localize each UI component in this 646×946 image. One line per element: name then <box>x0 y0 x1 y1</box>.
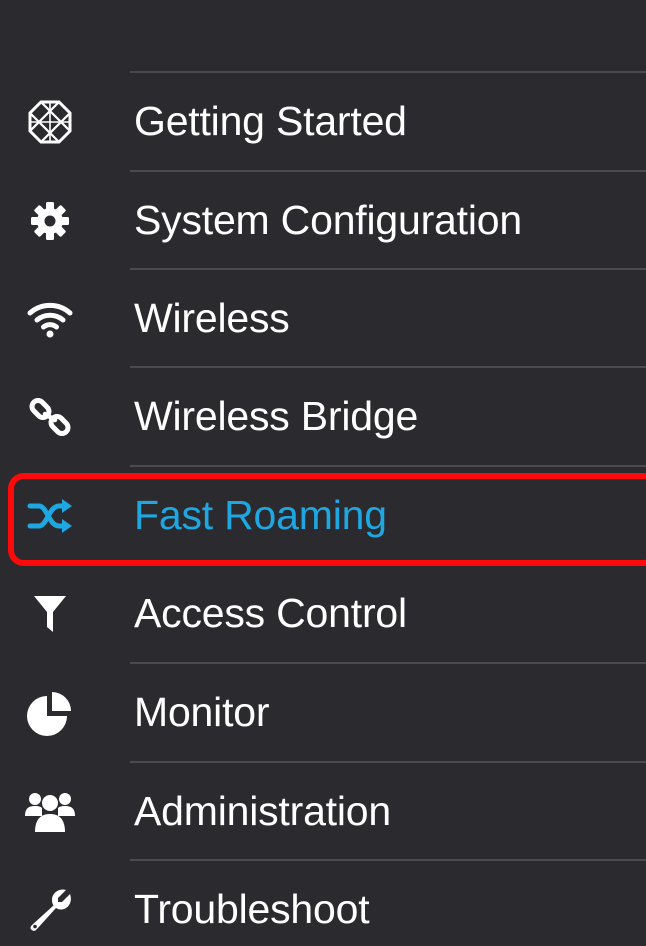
sidebar-item-label: Getting Started <box>134 98 407 144</box>
sidebar-item-label: Wireless Bridge <box>134 393 419 439</box>
sidebar-item-label: System Configuration <box>134 197 522 243</box>
shuffle-icon <box>22 488 78 544</box>
sidebar-item-label: Troubleshoot <box>134 886 370 932</box>
users-icon <box>22 784 78 840</box>
wifi-icon <box>22 291 78 347</box>
sidebar-item-wireless-bridge[interactable]: Wireless Bridge <box>0 368 646 465</box>
wrench-icon <box>22 882 78 938</box>
sidebar-item-administration[interactable]: Administration <box>0 763 646 860</box>
getting-started-icon <box>22 94 78 150</box>
sidebar-nav: Getting Started System Configuration Wir… <box>0 0 646 946</box>
sidebar-item-fast-roaming[interactable]: Fast Roaming <box>0 467 646 564</box>
sidebar-item-label: Access Control <box>134 590 407 636</box>
filter-icon <box>22 586 78 642</box>
gear-icon <box>22 193 78 249</box>
sidebar-item-access-control[interactable]: Access Control <box>0 565 646 662</box>
sidebar-item-monitor[interactable]: Monitor <box>0 664 646 761</box>
pie-chart-icon <box>22 685 78 741</box>
sidebar-item-label: Fast Roaming <box>134 492 387 538</box>
sidebar-item-label: Administration <box>134 788 391 834</box>
sidebar-item-system-configuration[interactable]: System Configuration <box>0 172 646 269</box>
sidebar-item-troubleshoot[interactable]: Troubleshoot <box>0 861 646 946</box>
sidebar-item-label: Monitor <box>134 689 270 735</box>
sidebar-item-label: Wireless <box>134 295 290 341</box>
sidebar-item-getting-started[interactable]: Getting Started <box>0 73 646 170</box>
link-icon <box>22 389 78 445</box>
sidebar-item-wireless[interactable]: Wireless <box>0 270 646 367</box>
